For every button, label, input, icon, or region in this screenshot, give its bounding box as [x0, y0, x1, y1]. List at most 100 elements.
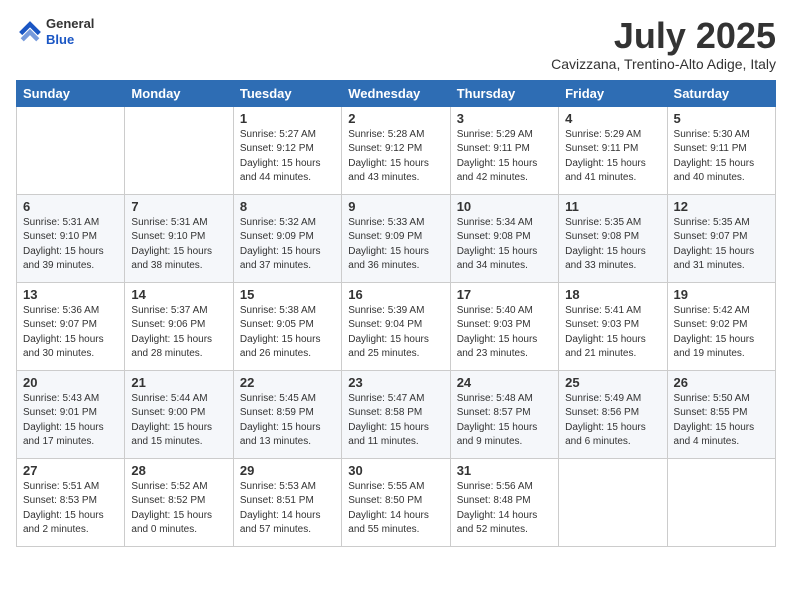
day-info: Sunrise: 5:32 AM Sunset: 9:09 PM Dayligh…	[240, 216, 335, 274]
day-number: 22	[240, 375, 335, 390]
day-number: 29	[240, 463, 335, 478]
day-cell: 2 Sunrise: 5:28 AM Sunset: 9:12 PM Daylig…	[342, 106, 450, 194]
weekday-header-saturday: Saturday	[667, 80, 775, 106]
day-cell: 9Sunrise: 5:33 AM Sunset: 9:09 PM Daylig…	[342, 194, 450, 282]
day-cell: 16 Sunrise: 5:39 AM Sunset: 9:04 PM Dayli…	[342, 282, 450, 370]
day-cell: 11 Sunrise: 5:35 AM Sunset: 9:08 PM Dayli…	[559, 194, 667, 282]
day-info: Sunrise: 5:35 AM Sunset: 9:08 PM Dayligh…	[565, 216, 660, 274]
day-number: 30	[348, 463, 443, 478]
day-number: 11	[565, 199, 660, 214]
day-info: Sunrise: 5:53 AM Sunset: 8:51 PM Dayligh…	[240, 480, 335, 538]
day-cell: 27Sunrise: 5:51 AM Sunset: 8:53 PM Dayli…	[17, 458, 125, 546]
day-cell: 14 Sunrise: 5:37 AM Sunset: 9:06 PM Dayli…	[125, 282, 233, 370]
day-info: Sunrise: 5:28 AM Sunset: 9:12 PM Dayligh…	[348, 128, 443, 186]
day-number: 28	[131, 463, 226, 478]
day-number: 4	[565, 111, 660, 126]
day-cell: 29 Sunrise: 5:53 AM Sunset: 8:51 PM Dayli…	[233, 458, 341, 546]
weekday-header-friday: Friday	[559, 80, 667, 106]
day-info: Sunrise: 5:42 AM Sunset: 9:02 PM Dayligh…	[674, 304, 769, 362]
day-cell: 28 Sunrise: 5:52 AM Sunset: 8:52 PM Dayli…	[125, 458, 233, 546]
day-info: Sunrise: 5:41 AM Sunset: 9:03 PM Dayligh…	[565, 304, 660, 362]
week-row-5: 27Sunrise: 5:51 AM Sunset: 8:53 PM Dayli…	[17, 458, 776, 546]
day-number: 24	[457, 375, 552, 390]
day-number: 16	[348, 287, 443, 302]
day-cell: 20Sunrise: 5:43 AM Sunset: 9:01 PM Dayli…	[17, 370, 125, 458]
week-row-2: 6 Sunrise: 5:31 AM Sunset: 9:10 PM Daylig…	[17, 194, 776, 282]
day-number: 31	[457, 463, 552, 478]
day-cell: 1Sunrise: 5:27 AM Sunset: 9:12 PM Daylig…	[233, 106, 341, 194]
day-info: Sunrise: 5:33 AM Sunset: 9:09 PM Dayligh…	[348, 216, 443, 274]
day-info: Sunrise: 5:29 AM Sunset: 9:11 PM Dayligh…	[457, 128, 552, 186]
day-number: 12	[674, 199, 769, 214]
logo-icon	[16, 18, 44, 46]
day-number: 5	[674, 111, 769, 126]
day-cell	[559, 458, 667, 546]
day-cell: 30Sunrise: 5:55 AM Sunset: 8:50 PM Dayli…	[342, 458, 450, 546]
day-cell: 5Sunrise: 5:30 AM Sunset: 9:11 PM Daylig…	[667, 106, 775, 194]
day-cell: 12 Sunrise: 5:35 AM Sunset: 9:07 PM Dayli…	[667, 194, 775, 282]
month-title: July 2025	[551, 16, 776, 56]
day-info: Sunrise: 5:45 AM Sunset: 8:59 PM Dayligh…	[240, 392, 335, 450]
day-info: Sunrise: 5:29 AM Sunset: 9:11 PM Dayligh…	[565, 128, 660, 186]
day-number: 1	[240, 111, 335, 126]
day-info: Sunrise: 5:35 AM Sunset: 9:07 PM Dayligh…	[674, 216, 769, 274]
day-number: 7	[131, 199, 226, 214]
day-cell: 26 Sunrise: 5:50 AM Sunset: 8:55 PM Dayli…	[667, 370, 775, 458]
day-cell: 7 Sunrise: 5:31 AM Sunset: 9:10 PM Daylig…	[125, 194, 233, 282]
day-info: Sunrise: 5:34 AM Sunset: 9:08 PM Dayligh…	[457, 216, 552, 274]
day-info: Sunrise: 5:37 AM Sunset: 9:06 PM Dayligh…	[131, 304, 226, 362]
day-number: 26	[674, 375, 769, 390]
day-cell: 31 Sunrise: 5:56 AM Sunset: 8:48 PM Dayli…	[450, 458, 558, 546]
day-info: Sunrise: 5:40 AM Sunset: 9:03 PM Dayligh…	[457, 304, 552, 362]
day-cell: 22 Sunrise: 5:45 AM Sunset: 8:59 PM Dayli…	[233, 370, 341, 458]
day-info: Sunrise: 5:39 AM Sunset: 9:04 PM Dayligh…	[348, 304, 443, 362]
day-cell: 21Sunrise: 5:44 AM Sunset: 9:00 PM Dayli…	[125, 370, 233, 458]
week-row-4: 20Sunrise: 5:43 AM Sunset: 9:01 PM Dayli…	[17, 370, 776, 458]
weekday-header-sunday: Sunday	[17, 80, 125, 106]
day-number: 13	[23, 287, 118, 302]
day-number: 23	[348, 375, 443, 390]
day-number: 15	[240, 287, 335, 302]
day-number: 18	[565, 287, 660, 302]
day-cell	[667, 458, 775, 546]
day-info: Sunrise: 5:51 AM Sunset: 8:53 PM Dayligh…	[23, 480, 118, 538]
week-row-1: 1Sunrise: 5:27 AM Sunset: 9:12 PM Daylig…	[17, 106, 776, 194]
calendar-table: SundayMondayTuesdayWednesdayThursdayFrid…	[16, 80, 776, 547]
day-number: 17	[457, 287, 552, 302]
day-cell: 24Sunrise: 5:48 AM Sunset: 8:57 PM Dayli…	[450, 370, 558, 458]
weekday-header-row: SundayMondayTuesdayWednesdayThursdayFrid…	[17, 80, 776, 106]
weekday-header-tuesday: Tuesday	[233, 80, 341, 106]
weekday-header-monday: Monday	[125, 80, 233, 106]
day-info: Sunrise: 5:31 AM Sunset: 9:10 PM Dayligh…	[131, 216, 226, 274]
day-info: Sunrise: 5:38 AM Sunset: 9:05 PM Dayligh…	[240, 304, 335, 362]
logo: General Blue	[16, 16, 94, 47]
day-number: 2	[348, 111, 443, 126]
day-number: 25	[565, 375, 660, 390]
day-cell: 10Sunrise: 5:34 AM Sunset: 9:08 PM Dayli…	[450, 194, 558, 282]
logo-blue: Blue	[46, 32, 94, 48]
day-number: 8	[240, 199, 335, 214]
day-info: Sunrise: 5:36 AM Sunset: 9:07 PM Dayligh…	[23, 304, 118, 362]
day-cell: 19Sunrise: 5:42 AM Sunset: 9:02 PM Dayli…	[667, 282, 775, 370]
day-info: Sunrise: 5:31 AM Sunset: 9:10 PM Dayligh…	[23, 216, 118, 274]
day-cell	[125, 106, 233, 194]
day-number: 14	[131, 287, 226, 302]
day-number: 6	[23, 199, 118, 214]
day-cell: 4 Sunrise: 5:29 AM Sunset: 9:11 PM Daylig…	[559, 106, 667, 194]
day-info: Sunrise: 5:56 AM Sunset: 8:48 PM Dayligh…	[457, 480, 552, 538]
day-info: Sunrise: 5:50 AM Sunset: 8:55 PM Dayligh…	[674, 392, 769, 450]
logo-text: General Blue	[46, 16, 94, 47]
day-number: 21	[131, 375, 226, 390]
day-cell: 6 Sunrise: 5:31 AM Sunset: 9:10 PM Daylig…	[17, 194, 125, 282]
day-cell: 3Sunrise: 5:29 AM Sunset: 9:11 PM Daylig…	[450, 106, 558, 194]
week-row-3: 13 Sunrise: 5:36 AM Sunset: 9:07 PM Dayli…	[17, 282, 776, 370]
location-subtitle: Cavizzana, Trentino-Alto Adige, Italy	[551, 56, 776, 72]
day-cell: 8 Sunrise: 5:32 AM Sunset: 9:09 PM Daylig…	[233, 194, 341, 282]
day-info: Sunrise: 5:49 AM Sunset: 8:56 PM Dayligh…	[565, 392, 660, 450]
day-info: Sunrise: 5:52 AM Sunset: 8:52 PM Dayligh…	[131, 480, 226, 538]
day-cell: 25 Sunrise: 5:49 AM Sunset: 8:56 PM Dayli…	[559, 370, 667, 458]
day-cell: 18 Sunrise: 5:41 AM Sunset: 9:03 PM Dayli…	[559, 282, 667, 370]
weekday-header-thursday: Thursday	[450, 80, 558, 106]
day-info: Sunrise: 5:47 AM Sunset: 8:58 PM Dayligh…	[348, 392, 443, 450]
title-area: July 2025 Cavizzana, Trentino-Alto Adige…	[551, 16, 776, 72]
